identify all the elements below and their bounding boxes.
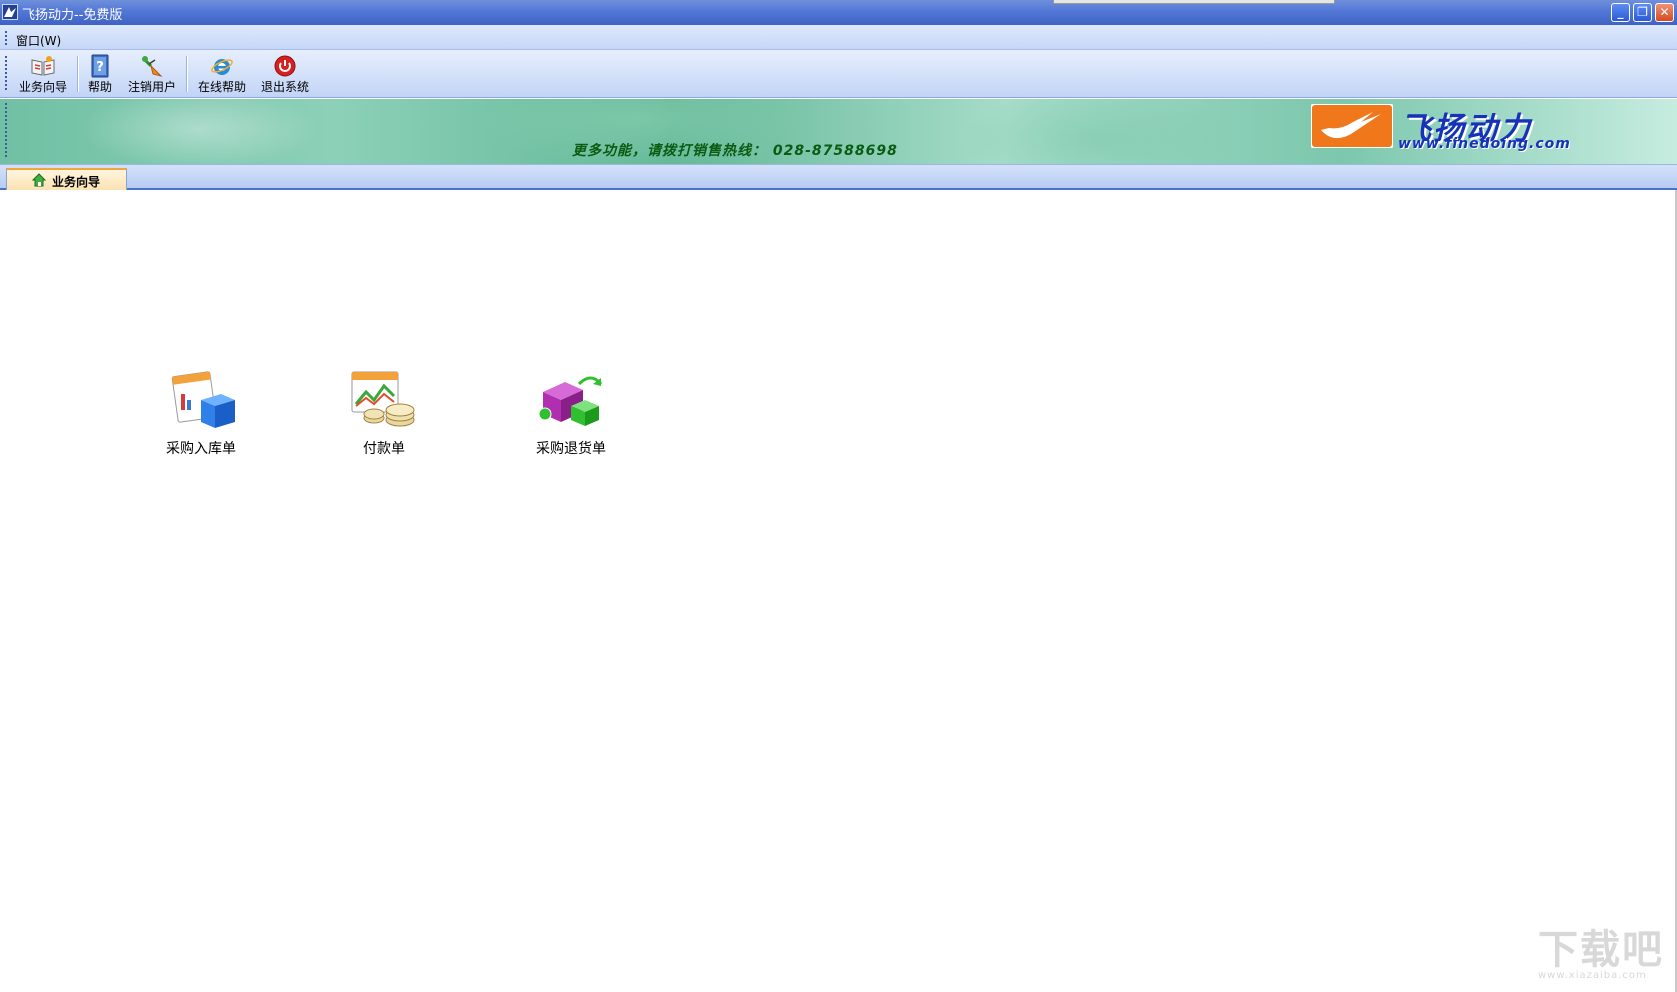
home-guide-icon: [31, 173, 47, 187]
window-title: 飞扬动力--免费版: [22, 8, 123, 23]
toolbar-exit-button[interactable]: 退出系统: [258, 52, 312, 96]
shortcut-purchase-return[interactable]: 采购退货单: [511, 370, 631, 458]
title-bar: 飞扬动力--免费版 _ ❐ ✕: [0, 0, 1677, 25]
watermark: 下载吧 www.xiazaiba.com: [1538, 930, 1670, 988]
banner-url: www.finedoing.com: [1398, 136, 1571, 152]
purchase-inbound-icon: [171, 371, 235, 428]
menu-grip[interactable]: [5, 31, 7, 45]
banner-grip[interactable]: [5, 103, 7, 159]
toolbar-grip[interactable]: [5, 56, 7, 92]
toolbar-logout-button[interactable]: 注销用户: [124, 52, 180, 96]
payment-coins-icon: [351, 371, 415, 427]
shortcut-purchase-inbound-label: 采购入库单: [166, 441, 236, 457]
tab-business-guide[interactable]: 业务向导: [6, 168, 127, 190]
tab-strip: 业务向导: [0, 165, 1677, 190]
help-book-icon: ?: [91, 54, 109, 78]
toolbar-separator: [186, 56, 188, 92]
shortcut-purchase-inbound[interactable]: 采购入库单: [141, 370, 261, 458]
menu-item-window[interactable]: 窗口(W): [16, 32, 61, 49]
toolbar-help-button[interactable]: ? 帮助: [84, 52, 116, 96]
banner-slogan: 更多功能，请拨打销售热线： 028-87588698: [572, 143, 898, 159]
toolbar-business-guide-button[interactable]: 业务向导: [16, 52, 70, 96]
close-button[interactable]: ✕: [1655, 3, 1674, 22]
toolbar-online-help-label: 在线帮助: [197, 80, 246, 94]
restore-button[interactable]: ❐: [1633, 3, 1652, 22]
logout-user-icon: [141, 56, 163, 77]
shortcut-purchase-return-label: 采购退货单: [536, 441, 606, 457]
toolbar-business-guide-label: 业务向导: [18, 80, 67, 94]
watermark-text: 下载吧: [1538, 927, 1664, 973]
content-area: 采购入库单 付款单 采购退货单: [0, 190, 1677, 992]
toolbar-exit-label: 退出系统: [260, 80, 309, 94]
brand-logo-icon: [1311, 104, 1393, 148]
minimize-button[interactable]: _: [1611, 3, 1630, 22]
power-exit-icon: [274, 55, 296, 77]
shortcut-payment-label: 付款单: [363, 441, 405, 457]
promo-banner: 更多功能，请拨打销售热线： 028-87588698 飞扬动力 www.fine…: [0, 99, 1677, 165]
purchase-return-icon: [538, 376, 603, 426]
svg-text:?: ?: [96, 60, 104, 75]
toolbar: 业务向导 ? 帮助 注销用户 在线帮助 退出系统: [0, 50, 1677, 98]
menu-bar: 窗口(W): [0, 25, 1677, 50]
toolbar-separator: [77, 56, 79, 92]
toolbar-logout-label: 注销用户: [127, 80, 176, 94]
internet-explorer-icon: [211, 59, 233, 75]
toolbar-help-label: 帮助: [87, 80, 112, 94]
app-logo-icon[interactable]: [2, 4, 18, 20]
tab-business-guide-label: 业务向导: [52, 175, 101, 189]
title-decoration: [1053, 0, 1335, 4]
toolbar-online-help-button[interactable]: 在线帮助: [194, 52, 250, 96]
book-guide-icon: [31, 56, 55, 76]
shortcut-payment[interactable]: 付款单: [324, 370, 444, 458]
